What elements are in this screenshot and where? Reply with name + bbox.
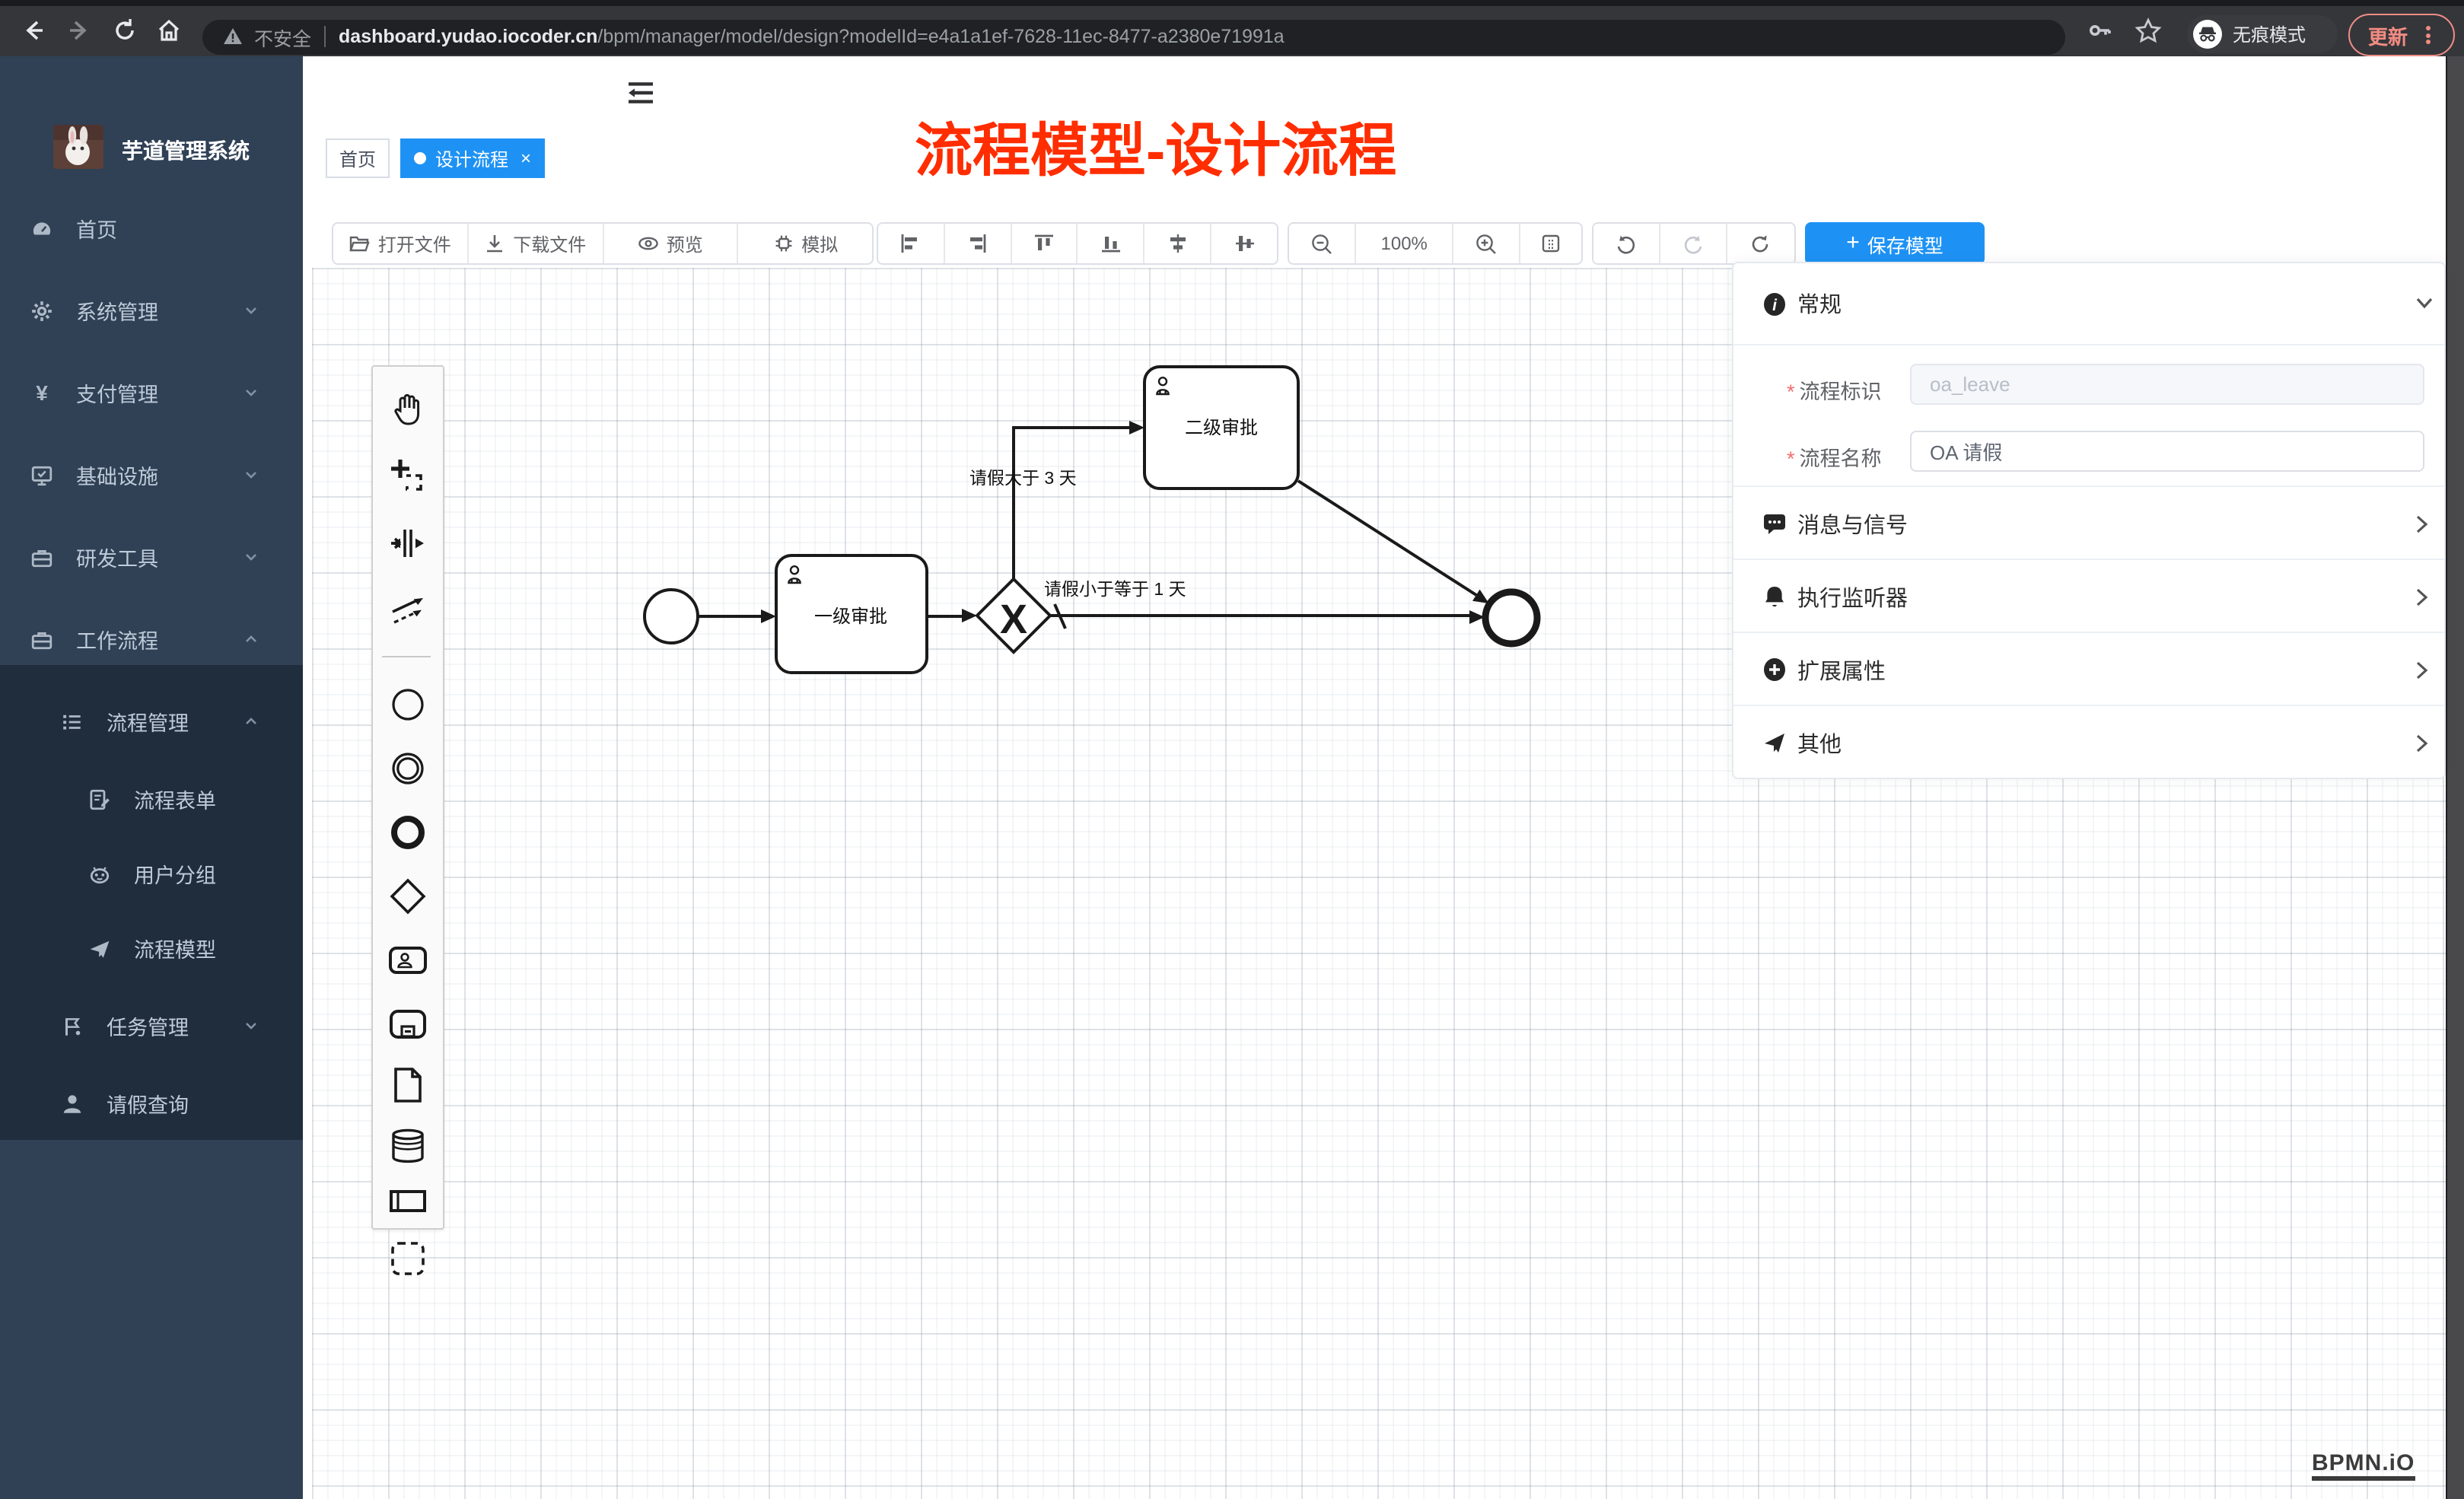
sidebar-item-label[interactable]: 研发工具 [76,542,158,572]
task-label: 一级审批 [814,606,887,627]
section-execution-listener[interactable]: 执行监听器 [1733,559,2444,633]
sidebar-collapse-icon[interactable] [624,76,657,110]
sidebar: 芋道管理系统 首页 系统管理 ¥ 支付管理 基础设施 研发工具 工作流程 [0,56,303,1499]
section-label: 常规 [1797,288,1842,320]
annotation-title: 流程模型-设计流程 [915,103,1396,187]
chevron-right-icon [2415,587,2429,607]
address-divider [323,26,325,47]
browser-update-button[interactable]: 更新 [2348,14,2455,56]
section-message-signal[interactable]: 消息与信号 [1733,485,2444,560]
flow-label-gt3[interactable]: 请假大于 3 天 [969,468,1077,488]
app-title: 芋道管理系统 [122,135,250,166]
task-label: 二级审批 [1185,418,1258,438]
sidebar-item-label[interactable]: 流程模型 [134,933,216,963]
exclusive-gateway[interactable]: X [977,579,1050,652]
incognito-label: 无痕模式 [2233,21,2306,47]
app-logo [53,125,103,169]
sidebar-item-user-group[interactable]: 用户分组 [0,848,303,899]
sidebar-item-process-form[interactable]: 流程表单 [0,773,303,825]
sidebar-item-devtools[interactable]: 研发工具 [0,531,303,583]
page-scrollbar[interactable] [2446,56,2464,1499]
section-label: 消息与信号 [1797,508,1908,539]
browser-reload-button[interactable] [107,12,143,49]
sidebar-item-label[interactable]: 任务管理 [107,1010,189,1041]
sidebar-item-process-model[interactable]: 流程模型 [0,922,303,974]
send-icon [1762,730,1787,755]
tab-design-process[interactable]: 设计流程 × [400,138,545,178]
sidebar-item-workflow[interactable]: 工作流程 [0,613,303,665]
gateway-x-marker: X [1000,597,1027,642]
browser-back-button[interactable] [15,12,52,49]
sidebar-item-task-management[interactable]: 任务管理 [0,1000,303,1052]
incognito-icon [2193,20,2222,49]
not-secure-warning-icon [222,26,244,47]
chevron-right-icon [2415,660,2429,680]
sidebar-item-label[interactable]: 系统管理 [76,295,158,326]
section-label: 其他 [1797,727,1842,759]
start-event[interactable] [645,590,698,643]
url-path[interactable]: /bpm/manager/model/design?modelId=e4a1a1… [597,26,1284,47]
yen-icon: ¥ [30,381,53,404]
properties-panel: i 常规 *流程标识 *流程名称 消息与信号 执行监听器 扩展属性 其他 [1732,262,2446,779]
process-key-input[interactable] [1910,364,2424,405]
active-tab-dot [414,152,426,164]
browser-home-button[interactable] [151,12,187,49]
bell-icon [1762,584,1787,609]
tab-close-icon[interactable]: × [520,148,531,169]
incognito-badge: 无痕模式 [2187,15,2338,53]
password-key-icon[interactable] [2082,12,2119,49]
process-name-label: *流程名称 [1787,441,1882,472]
arrowhead [1129,421,1144,434]
end-event[interactable] [1485,592,1537,644]
browser-menu-icon[interactable] [2426,24,2431,46]
tab-home[interactable]: 首页 [326,138,390,178]
browser-tab-strip [0,0,2464,6]
browser-address-bar[interactable]: 不安全 dashboard.yudao.iocoder.cn/bpm/manag… [202,19,2065,54]
user-task-level1[interactable]: 一级审批 [776,555,927,673]
chevron-right-icon [2415,514,2429,534]
sidebar-item-label[interactable]: 流程表单 [134,784,216,814]
sidebar-item-label[interactable]: 首页 [76,213,117,243]
sidebar-item-process-management[interactable]: 流程管理 [0,695,303,747]
section-general[interactable]: i 常规 [1733,263,2444,344]
sidebar-item-system[interactable]: 系统管理 [0,285,303,336]
section-label: 扩展属性 [1797,654,1886,686]
chevron-right-icon [2415,734,2429,753]
message-icon [1762,511,1787,536]
arrowhead [1472,590,1489,603]
arrowhead [962,609,977,622]
section-other[interactable]: 其他 [1733,705,2444,779]
not-secure-label[interactable]: 不安全 [254,22,311,51]
browser-toolbar: 不安全 dashboard.yudao.iocoder.cn/bpm/manag… [0,6,2464,56]
bookmark-star-icon[interactable] [2129,12,2166,49]
tab-label[interactable]: 设计流程 [435,145,508,171]
sidebar-item-leave-query[interactable]: 请假查询 [0,1077,303,1129]
url-domain[interactable]: dashboard.yudao.iocoder.cn [339,26,597,47]
general-fields: *流程标识 *流程名称 [1733,344,2444,487]
sidebar-item-label[interactable]: 支付管理 [76,377,158,408]
sidebar-item-label[interactable]: 工作流程 [76,624,158,654]
section-label: 执行监听器 [1797,581,1908,613]
sidebar-item-label[interactable]: 流程管理 [107,706,189,737]
flow-label-le1[interactable]: 请假小于等于 1 天 [1044,579,1186,599]
update-label[interactable]: 更新 [2368,21,2408,49]
plus-circle-icon [1762,657,1787,682]
chevron-down-icon [2415,297,2434,310]
tab-label[interactable]: 首页 [339,145,376,171]
arrowhead [761,609,776,623]
info-icon: i [1762,291,1787,316]
sidebar-item-label[interactable]: 请假查询 [107,1088,189,1119]
sidebar-item-label[interactable]: 用户分组 [134,858,216,889]
sidebar-item-home[interactable]: 首页 [0,202,303,254]
sidebar-item-label[interactable]: 基础设施 [76,460,158,490]
screenshot: 不安全 dashboard.yudao.iocoder.cn/bpm/manag… [0,0,2464,1499]
sidebar-item-payment[interactable]: ¥ 支付管理 [0,367,303,419]
browser-forward-button[interactable] [61,12,97,49]
section-extended-properties[interactable]: 扩展属性 [1733,632,2444,706]
sidebar-item-infrastructure[interactable]: 基础设施 [0,449,303,501]
process-key-label: *流程标识 [1787,374,1882,405]
user-task-level2[interactable]: 二级审批 [1144,367,1298,489]
process-name-input[interactable] [1910,431,2424,472]
